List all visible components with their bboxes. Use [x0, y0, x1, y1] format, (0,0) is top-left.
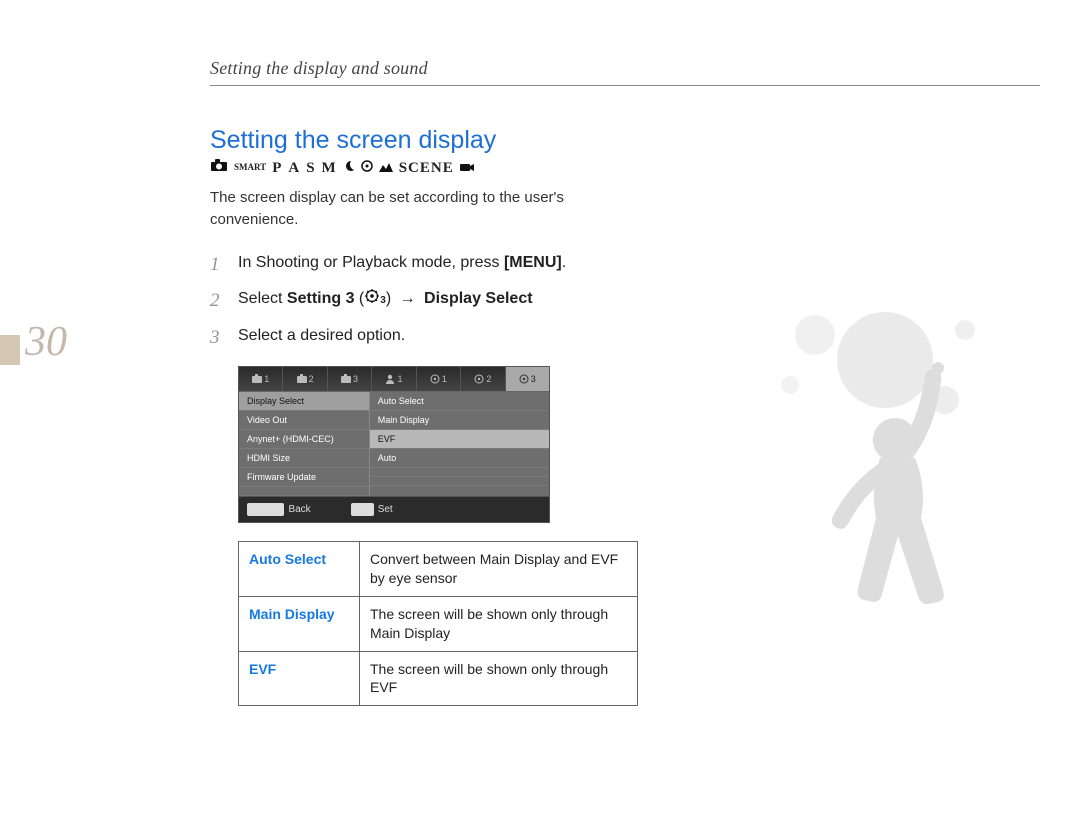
tab-camera-2: 2 [283, 367, 327, 391]
intro-text: The screen display can be set according … [210, 187, 640, 231]
tab-camera-3: 3 [328, 367, 372, 391]
mode-s: S [306, 160, 315, 177]
step-text: Select Setting 3 (3) → Display Select [238, 287, 533, 316]
night-icon [343, 160, 355, 177]
landscape-icon [379, 160, 393, 177]
tab-camera-1: 1 [239, 367, 283, 391]
term-cell: Main Display [239, 596, 360, 651]
mode-smart-label: SMART [234, 162, 266, 172]
camera-menu-tabs: 1 2 3 1 1 2 3 [239, 367, 549, 392]
child-silhouette-illustration [685, 290, 1045, 710]
desc-cell: The screen will be shown only through Ma… [360, 596, 638, 651]
menu-value [370, 468, 549, 477]
step-number: 3 [210, 324, 226, 353]
tab-gear-2: 2 [461, 367, 505, 391]
page-title: Setting the screen display [210, 126, 640, 155]
camera-smart-icon [210, 159, 228, 177]
term-cell: Auto Select [239, 542, 360, 597]
section-tab [0, 335, 20, 365]
definition-table: Auto Select Convert between Main Display… [238, 541, 638, 706]
menu-value: Main Display [370, 411, 549, 430]
menu-value [370, 477, 549, 486]
tab-gear-1: 1 [417, 367, 461, 391]
menu-button-icon: MENU [247, 503, 284, 516]
step-number: 1 [210, 251, 226, 280]
menu-button-ref: [MENU] [504, 254, 562, 271]
footer-set: OKSet [351, 503, 393, 516]
table-row: EVF The screen will be shown only throug… [239, 651, 638, 706]
steps-list: 1 In Shooting or Playback mode, press [M… [210, 251, 640, 353]
mode-row: SMART P A S M SCENE [210, 159, 640, 177]
header-rule [210, 85, 1040, 86]
menu-value: EVF [370, 430, 549, 449]
mode-m: M [322, 160, 337, 177]
mode-scene-label: SCENE [399, 160, 454, 177]
camera-menu-left-col: Display Select Video Out Anynet+ (HDMI-C… [239, 392, 370, 496]
desc-cell: Convert between Main Display and EVF by … [360, 542, 638, 597]
manual-page: 30 Setting the display and sound Setting… [0, 0, 1080, 815]
menu-item: Video Out [239, 411, 369, 430]
menu-item: Anynet+ (HDMI-CEC) [239, 430, 369, 449]
tab-gear-3: 3 [506, 367, 549, 391]
camera-menu-body: Display Select Video Out Anynet+ (HDMI-C… [239, 392, 549, 496]
menu-value: Auto Select [370, 392, 549, 411]
table-row: Auto Select Convert between Main Display… [239, 542, 638, 597]
movie-icon [460, 160, 474, 177]
step-2: 2 Select Setting 3 (3) → Display Select [210, 287, 640, 316]
page-number: 30 [25, 318, 67, 366]
menu-item [239, 487, 369, 496]
term-cell: EVF [239, 651, 360, 706]
mode-a: A [288, 160, 300, 177]
closeup-icon [361, 160, 373, 177]
tab-user-1: 1 [372, 367, 416, 391]
step-number: 2 [210, 287, 226, 316]
table-row: Main Display The screen will be shown on… [239, 596, 638, 651]
step-text: In Shooting or Playback mode, press [MEN… [238, 251, 566, 280]
step-text: Select a desired option. [238, 324, 405, 353]
section-header: Setting the display and sound [210, 58, 1040, 79]
desc-cell: The screen will be shown only through EV… [360, 651, 638, 706]
mode-p: P [272, 160, 282, 177]
camera-menu-screenshot: 1 2 3 1 1 2 3 Display Select Video Out A… [238, 366, 550, 523]
step-3: 3 Select a desired option. [210, 324, 640, 353]
ok-button-icon: OK [351, 503, 374, 516]
menu-item: Display Select [239, 392, 369, 411]
gear-icon [365, 287, 379, 311]
arrow-right-icon: → [400, 290, 416, 307]
content-column: Setting the screen display SMART P A S M… [210, 126, 640, 706]
camera-menu-right-col: Auto Select Main Display EVF Auto [370, 392, 549, 496]
footer-back: MENUBack [247, 503, 311, 516]
camera-menu-footer: MENUBack OKSet [239, 496, 549, 522]
menu-value: Auto [370, 449, 549, 468]
step-1: 1 In Shooting or Playback mode, press [M… [210, 251, 640, 280]
menu-item: Firmware Update [239, 468, 369, 487]
menu-item: HDMI Size [239, 449, 369, 468]
